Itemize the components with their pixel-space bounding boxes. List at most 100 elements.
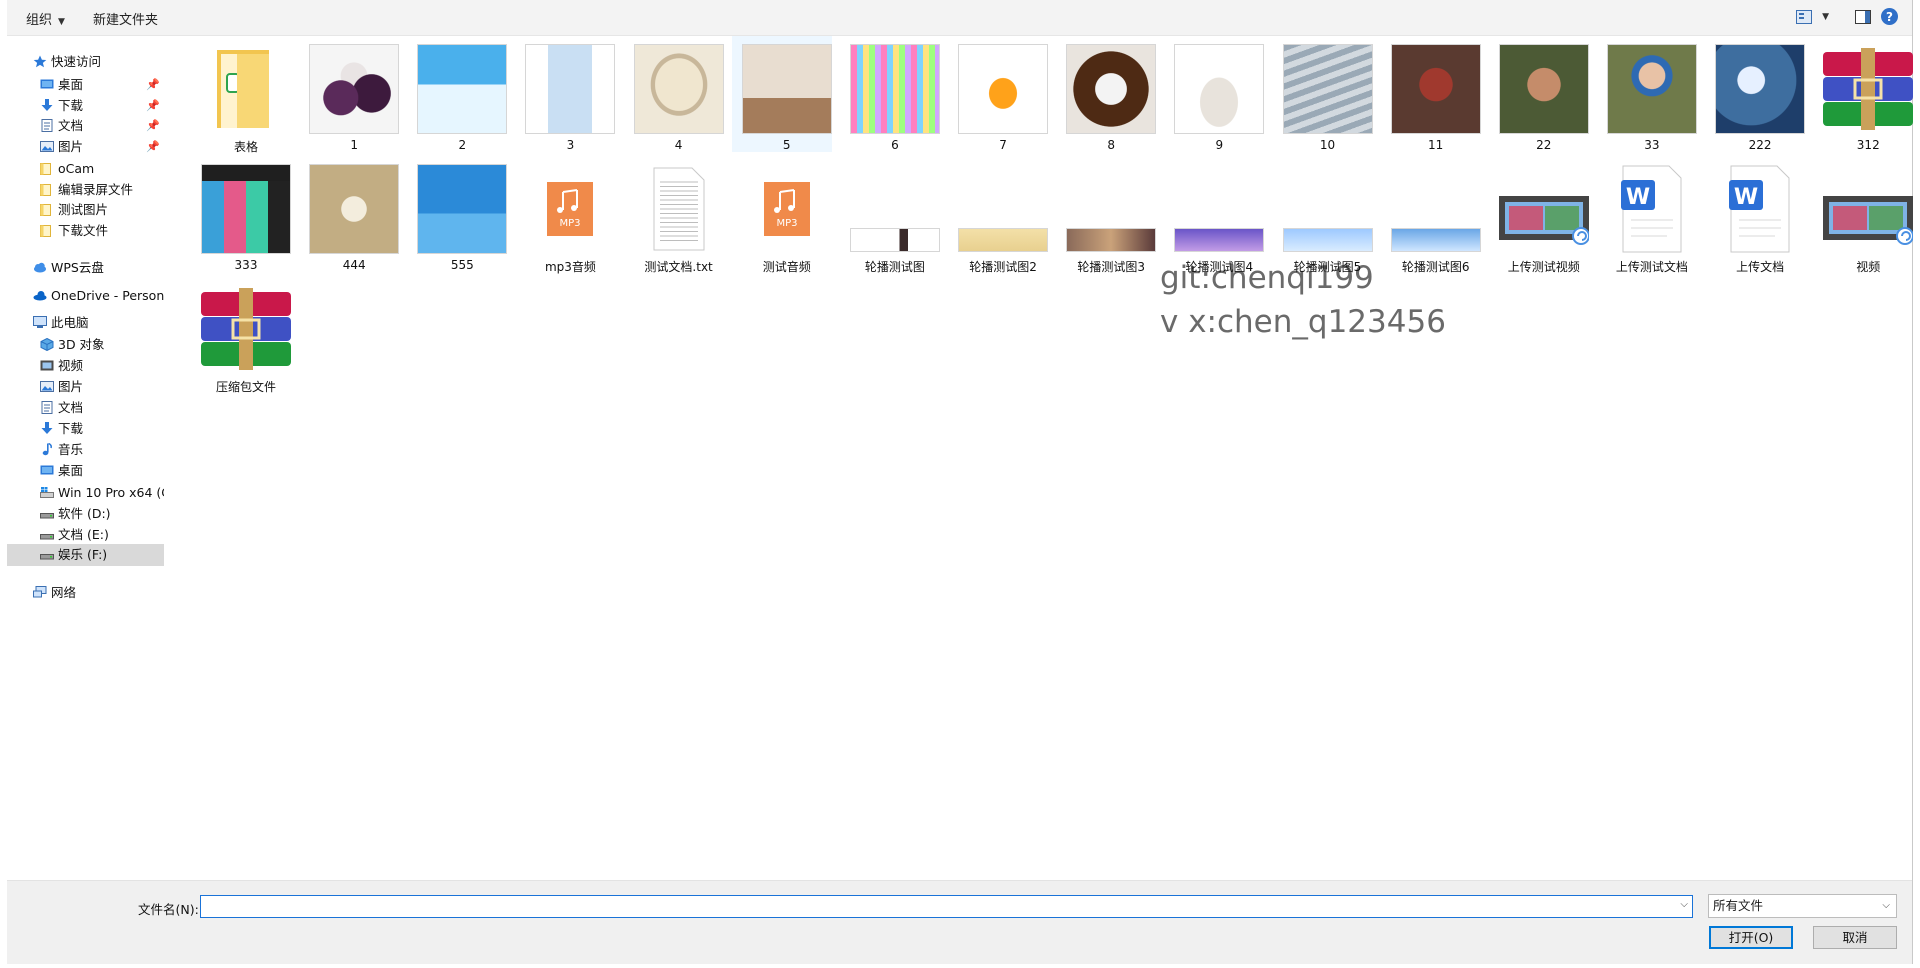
- image-thumbnail-icon: [417, 164, 508, 254]
- file-item[interactable]: 轮播测试图3: [1056, 156, 1157, 274]
- file-item[interactable]: MP3 测试音频: [732, 156, 832, 274]
- help-icon[interactable]: ?: [1881, 8, 1898, 25]
- nav-item-11[interactable]: 此电脑: [7, 312, 164, 334]
- file-item[interactable]: 3: [515, 36, 616, 152]
- image-thumbnail-icon: [201, 164, 291, 254]
- nav-item-17[interactable]: 音乐: [7, 439, 164, 461]
- file-item[interactable]: 压缩包文件: [191, 276, 291, 394]
- image-thumbnail-icon: [1715, 44, 1806, 134]
- file-item[interactable]: 5: [731, 36, 832, 152]
- file-item[interactable]: 22: [1489, 36, 1589, 152]
- file-name-label: 10: [1319, 138, 1336, 152]
- nav-item-label: OneDrive - Persona: [51, 288, 164, 303]
- nav-item-23[interactable]: 网络: [7, 582, 164, 604]
- new-folder-button[interactable]: 新建文件夹: [93, 9, 158, 28]
- file-item[interactable]: 444: [299, 156, 400, 272]
- nav-item-21[interactable]: 文档 (E:): [7, 524, 164, 546]
- file-name-label: 4: [674, 138, 683, 152]
- file-name-label: 压缩包文件: [215, 380, 276, 394]
- file-name-label: 7: [999, 138, 1007, 152]
- image-thumbnail-icon: [633, 44, 724, 134]
- file-item[interactable]: W 上传文档: [1705, 156, 1805, 274]
- nav-item-2[interactable]: 下载 📌: [7, 95, 164, 117]
- file-item[interactable]: 轮播测试图5: [1273, 156, 1373, 274]
- file-item[interactable]: 33: [1597, 36, 1697, 152]
- filename-input[interactable]: ⌵: [200, 895, 1693, 918]
- file-item[interactable]: 333: [191, 156, 291, 272]
- file-item[interactable]: 上传测试视频: [1489, 156, 1589, 274]
- nav-item-13[interactable]: 视频: [7, 355, 164, 377]
- view-options-dropdown-icon[interactable]: ▼: [1822, 12, 1829, 22]
- nav-item-9[interactable]: WPS云盘: [7, 257, 164, 279]
- nav-item-6[interactable]: 编辑录屏文件: [7, 179, 164, 201]
- open-button[interactable]: 打开(O): [1709, 926, 1793, 949]
- file-item[interactable]: 轮播测试图2: [948, 156, 1049, 274]
- file-item[interactable]: 10: [1273, 36, 1373, 152]
- pictures-icon: [40, 376, 54, 398]
- file-type-select[interactable]: 所有文件 ⌵: [1708, 894, 1897, 918]
- nav-item-3[interactable]: 文档 📌: [7, 115, 164, 137]
- image-thumbnail-icon: [417, 44, 508, 134]
- nav-item-19[interactable]: Win 10 Pro x64 (C: [7, 482, 164, 504]
- nav-item-12[interactable]: 3D 对象: [7, 334, 164, 356]
- file-item[interactable]: 8: [1056, 36, 1157, 152]
- pin-icon: 📌: [146, 99, 160, 112]
- nav-item-14[interactable]: 图片: [7, 376, 164, 398]
- nav-item-5[interactable]: oCam: [7, 158, 164, 180]
- file-item[interactable]: 555: [407, 156, 508, 272]
- image-thumbnail-icon: [849, 164, 940, 254]
- file-item[interactable]: 1: [299, 36, 400, 152]
- file-name-label: 11: [1428, 138, 1444, 152]
- file-item[interactable]: 表格: [191, 36, 291, 154]
- view-controls: ▼ ?: [1796, 8, 1898, 25]
- file-name-label: 轮播测试图4: [1185, 260, 1254, 274]
- file-item[interactable]: 312: [1813, 36, 1914, 152]
- folder-icon: [40, 199, 54, 221]
- file-item[interactable]: 视频: [1813, 156, 1914, 274]
- organize-button[interactable]: 组织 ▼: [26, 9, 65, 28]
- filename-label: 文件名(N):: [138, 902, 199, 917]
- nav-item-0[interactable]: 快速访问: [7, 51, 164, 73]
- file-item[interactable]: W 上传测试文档: [1597, 156, 1697, 274]
- navigation-pane[interactable]: 快速访问 桌面 📌 下载 📌 文档 📌 图片 📌 oCam 编辑录屏文件 测试图片 下载文件 WPS云盘 O…: [7, 36, 164, 880]
- nav-item-7[interactable]: 测试图片: [7, 199, 164, 221]
- nav-item-4[interactable]: 图片 📌: [7, 136, 164, 158]
- nav-item-16[interactable]: 下载: [7, 418, 164, 440]
- file-item[interactable]: 轮播测试图6: [1381, 156, 1481, 274]
- nav-item-18[interactable]: 桌面: [7, 460, 164, 482]
- nav-item-8[interactable]: 下载文件: [7, 220, 164, 242]
- file-name-label: 轮播测试图2: [969, 260, 1037, 274]
- chevron-down-icon[interactable]: ⌵: [1680, 899, 1688, 910]
- nav-item-label: Win 10 Pro x64 (C: [58, 485, 164, 500]
- file-list-view[interactable]: git:chenqi199 v x:chen_q123456 表格 1 2 3 4 5 6 7…: [187, 36, 1914, 880]
- svg-text:MP3: MP3: [776, 218, 797, 229]
- preview-pane-icon[interactable]: [1855, 9, 1871, 24]
- file-item[interactable]: 7: [948, 36, 1049, 152]
- mp3-file-icon: MP3: [525, 164, 615, 254]
- file-item[interactable]: 222: [1705, 36, 1806, 152]
- file-name-label: mp3音频: [544, 260, 596, 274]
- file-item[interactable]: 2: [407, 36, 508, 152]
- nav-item-15[interactable]: 文档: [7, 397, 164, 419]
- nav-item-10[interactable]: OneDrive - Persona: [7, 285, 164, 307]
- change-view-icon[interactable]: [1796, 9, 1813, 24]
- file-item[interactable]: 9: [1164, 36, 1265, 152]
- mp3-file-icon: MP3: [742, 164, 832, 254]
- file-name-label: 444: [342, 258, 366, 272]
- file-item[interactable]: MP3 mp3音频: [515, 156, 615, 274]
- file-item[interactable]: 测试文档.txt: [624, 156, 724, 274]
- winrar-archive-icon: [1823, 44, 1914, 134]
- file-item[interactable]: 4: [624, 36, 724, 152]
- nav-item-22[interactable]: 娱乐 (F:): [7, 544, 164, 566]
- file-item[interactable]: 11: [1381, 36, 1481, 152]
- onedrive-icon: [33, 285, 47, 307]
- file-item[interactable]: 轮播测试图4: [1164, 156, 1265, 274]
- file-item[interactable]: 6: [840, 36, 940, 152]
- nav-item-1[interactable]: 桌面 📌: [7, 74, 164, 96]
- image-thumbnail-icon: [958, 44, 1049, 134]
- desktop-icon: [40, 74, 54, 96]
- cancel-button[interactable]: 取消: [1813, 926, 1897, 949]
- nav-item-20[interactable]: 软件 (D:): [7, 503, 164, 525]
- file-item[interactable]: 轮播测试图: [840, 156, 940, 274]
- file-name-label: 轮播测试图: [864, 260, 925, 274]
